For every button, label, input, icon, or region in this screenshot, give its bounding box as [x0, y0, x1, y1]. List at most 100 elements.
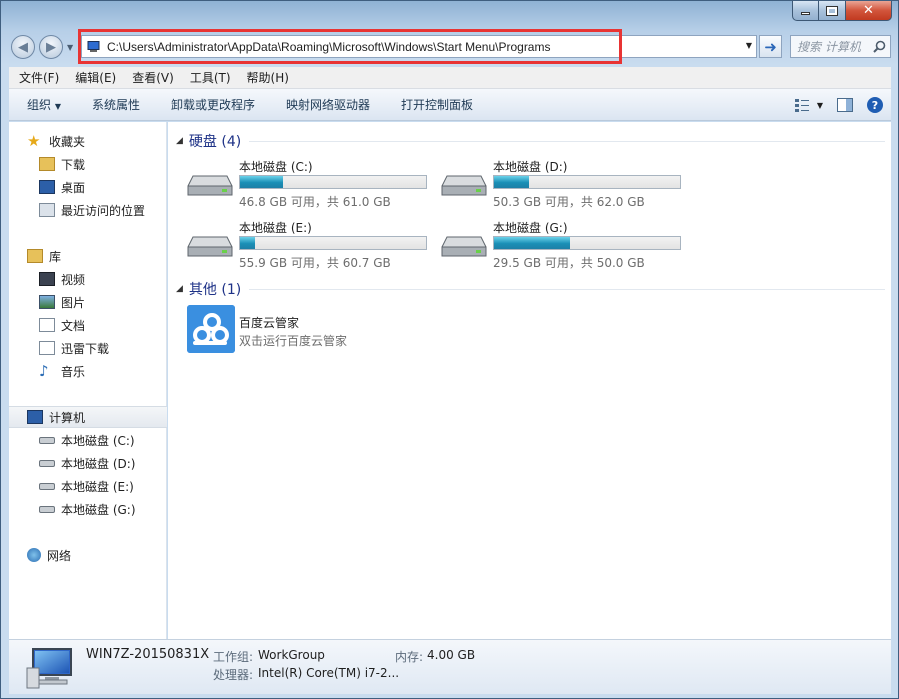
sidebar-item-recent-places[interactable]: 最近访问的位置	[9, 199, 167, 221]
sidebar-label: 本地磁盘 (D:)	[61, 456, 136, 471]
workgroup-value: WorkGroup	[258, 648, 325, 662]
command-bar: 组织 ▼ 系统属性 卸载或更改程序 映射网络驱动器 打开控制面板 ▼ ?	[9, 89, 891, 121]
back-button[interactable]: ◀	[11, 35, 35, 59]
open-control-panel-button[interactable]: 打开控制面板	[383, 96, 486, 113]
maximize-icon	[826, 5, 838, 16]
address-dropdown-icon[interactable]: ▼	[746, 41, 752, 50]
workgroup-label: 工作组:	[213, 650, 254, 664]
menu-file[interactable]: 文件(F)	[9, 69, 65, 86]
cpu-value: Intel(R) Core(TM) i7-2...	[258, 666, 400, 680]
pictures-icon	[39, 295, 55, 309]
navigation-pane: ★ 收藏夹 下载 桌面 最近访问的位置 库 视频 图片 文档 迅雷下载 ♪ 音乐…	[9, 122, 167, 639]
help-icon[interactable]: ?	[867, 97, 883, 113]
drive-name: 本地磁盘 (E:)	[239, 221, 312, 235]
sidebar-label: 本地磁盘 (G:)	[61, 502, 136, 517]
drive-icon	[39, 436, 55, 444]
sidebar-item-drive-c[interactable]: 本地磁盘 (C:)	[9, 429, 167, 451]
forward-button[interactable]: ▶	[39, 35, 63, 59]
drive-usage-fill	[494, 176, 530, 188]
video-icon	[39, 272, 55, 286]
group-divider	[249, 288, 885, 290]
hard-drive-icon	[187, 175, 233, 196]
drive-usage-bar	[239, 175, 427, 189]
chevron-down-icon: ▼	[816, 100, 823, 110]
sidebar-item-videos[interactable]: 视频	[9, 268, 167, 290]
sidebar-item-drive-d[interactable]: 本地磁盘 (D:)	[9, 452, 167, 474]
menu-view[interactable]: 查看(V)	[122, 69, 180, 86]
sidebar-item-music[interactable]: ♪ 音乐	[9, 360, 167, 382]
arrow-right-icon: ▶	[46, 39, 56, 55]
menu-help[interactable]: 帮助(H)	[237, 69, 295, 86]
sidebar-label: 库	[49, 249, 62, 264]
collapse-triangle-icon: ◢	[176, 136, 183, 146]
cpu-label: 处理器:	[213, 668, 254, 682]
menu-edit[interactable]: 编辑(E)	[65, 69, 122, 86]
drive-icon	[39, 459, 55, 467]
sidebar-item-downloads[interactable]: 下载	[9, 153, 167, 175]
sidebar-label: 迅雷下载	[61, 341, 110, 356]
organize-button[interactable]: 组织 ▼	[9, 96, 74, 113]
arrow-left-icon: ◀	[18, 39, 28, 55]
sidebar-libraries[interactable]: 库	[9, 245, 167, 267]
view-options-button[interactable]: ▼	[794, 98, 823, 112]
group-divider	[249, 140, 885, 142]
sidebar-item-drive-g[interactable]: 本地磁盘 (G:)	[9, 498, 167, 520]
memory-value: 4.00 GB	[427, 648, 476, 662]
drive-icon	[39, 482, 55, 490]
sidebar-favorites[interactable]: ★ 收藏夹	[9, 130, 167, 152]
drive-space-info: 50.3 GB 可用，共 62.0 GB	[493, 195, 645, 209]
drive-space-info: 46.8 GB 可用，共 61.0 GB	[239, 195, 391, 209]
minimize-button[interactable]	[792, 1, 819, 21]
hard-drive-icon	[187, 236, 233, 257]
group-header-drives[interactable]: ◢ 硬盘 (4)	[176, 131, 885, 151]
view-icon	[794, 99, 809, 112]
sidebar-label: 收藏夹	[49, 134, 86, 149]
music-icon: ♪	[39, 362, 49, 380]
app-subtitle: 双击运行百度云管家	[239, 334, 348, 348]
drive-item-g[interactable]: 本地磁盘 (G:) 29.5 GB 可用，共 50.0 GB	[441, 219, 691, 275]
preview-pane-icon[interactable]	[837, 98, 853, 112]
drive-item-e[interactable]: 本地磁盘 (E:) 55.9 GB 可用，共 60.7 GB	[187, 219, 437, 275]
recent-pages-dropdown[interactable]: ▼	[67, 43, 73, 52]
close-button[interactable]: ✕	[846, 1, 892, 21]
system-properties-button[interactable]: 系统属性	[74, 96, 153, 113]
group-title: 硬盘 (4)	[188, 134, 242, 150]
library-icon	[27, 249, 43, 263]
computer-name: WIN7Z-20150831X	[86, 647, 210, 662]
sidebar-item-pictures[interactable]: 图片	[9, 291, 167, 313]
star-icon: ★	[27, 132, 41, 150]
sidebar-item-documents[interactable]: 文档	[9, 314, 167, 336]
organize-label: 组织	[27, 98, 52, 112]
sidebar-computer[interactable]: 计算机	[9, 406, 167, 428]
go-button[interactable]: ➜	[759, 35, 782, 58]
memory-label: 内存:	[395, 650, 424, 664]
drive-usage-bar	[239, 236, 427, 250]
maximize-button[interactable]	[819, 1, 846, 21]
baidu-cloud-item[interactable]: 百度云管家 双击运行百度云管家	[187, 305, 447, 355]
group-title: 其他 (1)	[188, 282, 242, 298]
drive-name: 本地磁盘 (C:)	[239, 160, 313, 174]
sidebar-label: 文档	[61, 318, 86, 333]
minimize-icon	[801, 12, 810, 15]
uninstall-program-button[interactable]: 卸载或更改程序	[153, 96, 268, 113]
content-pane: ◢ 硬盘 (4) 本地磁盘 (C:) 46.8 GB 可用，共 61.0 GB …	[168, 122, 891, 639]
sidebar-network[interactable]: 网络	[9, 544, 167, 566]
app-name: 百度云管家	[239, 316, 300, 330]
baidu-cloud-icon	[187, 305, 235, 353]
hard-drive-icon	[441, 236, 487, 257]
sidebar-item-drive-e[interactable]: 本地磁盘 (E:)	[9, 475, 167, 497]
map-network-drive-button[interactable]: 映射网络驱动器	[268, 96, 383, 113]
search-icon	[873, 40, 886, 53]
menu-tools[interactable]: 工具(T)	[180, 69, 237, 86]
drive-space-info: 29.5 GB 可用，共 50.0 GB	[493, 256, 645, 270]
sidebar-item-desktop[interactable]: 桌面	[9, 176, 167, 198]
search-input[interactable]: 搜索 计算机	[790, 35, 891, 58]
group-header-other[interactable]: ◢ 其他 (1)	[176, 279, 885, 299]
drive-item-c[interactable]: 本地磁盘 (C:) 46.8 GB 可用，共 61.0 GB	[187, 158, 437, 214]
sidebar-label: 本地磁盘 (E:)	[61, 479, 134, 494]
command-bar-right: ▼ ?	[794, 89, 891, 121]
drive-icon	[39, 505, 55, 513]
drive-item-d[interactable]: 本地磁盘 (D:) 50.3 GB 可用，共 62.0 GB	[441, 158, 691, 214]
documents-icon	[39, 318, 55, 332]
sidebar-item-xunlei-downloads[interactable]: 迅雷下载	[9, 337, 167, 359]
